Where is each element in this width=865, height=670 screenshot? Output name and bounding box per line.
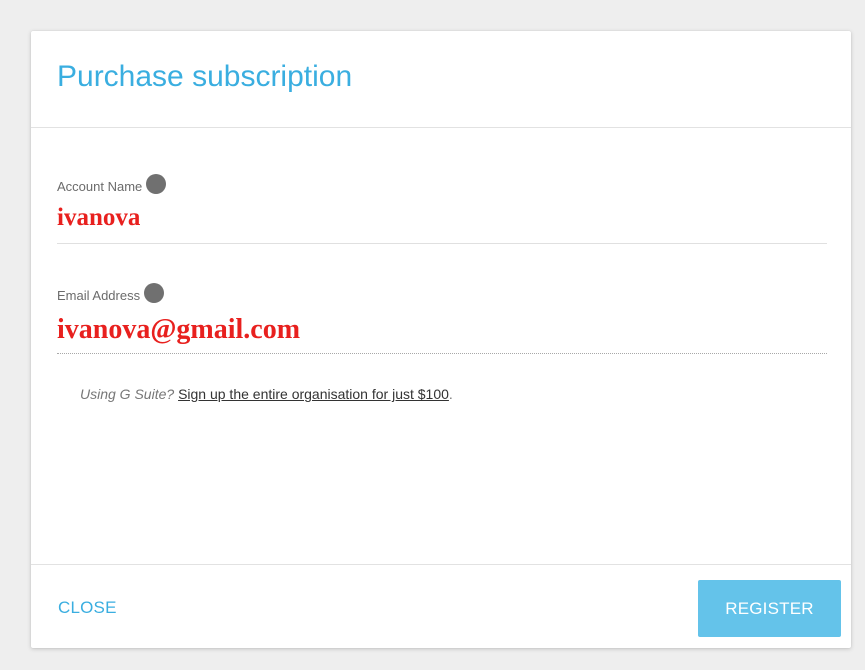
hint-suffix: . <box>448 386 453 402</box>
g-suite-hint: Using G Suite? Sign up the entire organi… <box>80 386 453 402</box>
email-address-label-row: Email Address <box>57 283 827 305</box>
g-suite-signup-link[interactable]: Sign up the entire organisation for just… <box>178 386 449 402</box>
dialog-footer: CLOSE REGISTER <box>31 564 851 648</box>
info-icon[interactable] <box>144 283 165 303</box>
email-address-field[interactable]: Email Address ivanova@gmail.com <box>57 283 827 354</box>
account-name-label: Account Name <box>57 178 143 194</box>
email-address-label: Email Address <box>57 287 141 303</box>
g-suite-question: Using G Suite? <box>80 386 179 402</box>
dialog-header: Purchase subscription <box>31 31 851 128</box>
close-button[interactable]: CLOSE <box>58 598 117 618</box>
info-icon[interactable] <box>146 174 167 194</box>
register-button[interactable]: REGISTER <box>698 580 841 637</box>
account-name-field[interactable]: Account Name ivanova <box>57 174 827 244</box>
purchase-subscription-dialog: Purchase subscription Account Name ivano… <box>31 31 851 648</box>
account-name-value[interactable]: ivanova <box>57 204 827 232</box>
email-address-value[interactable]: ivanova@gmail.com <box>57 314 827 346</box>
dialog-title: Purchase subscription <box>57 60 353 93</box>
account-name-label-row: Account Name <box>57 174 827 196</box>
